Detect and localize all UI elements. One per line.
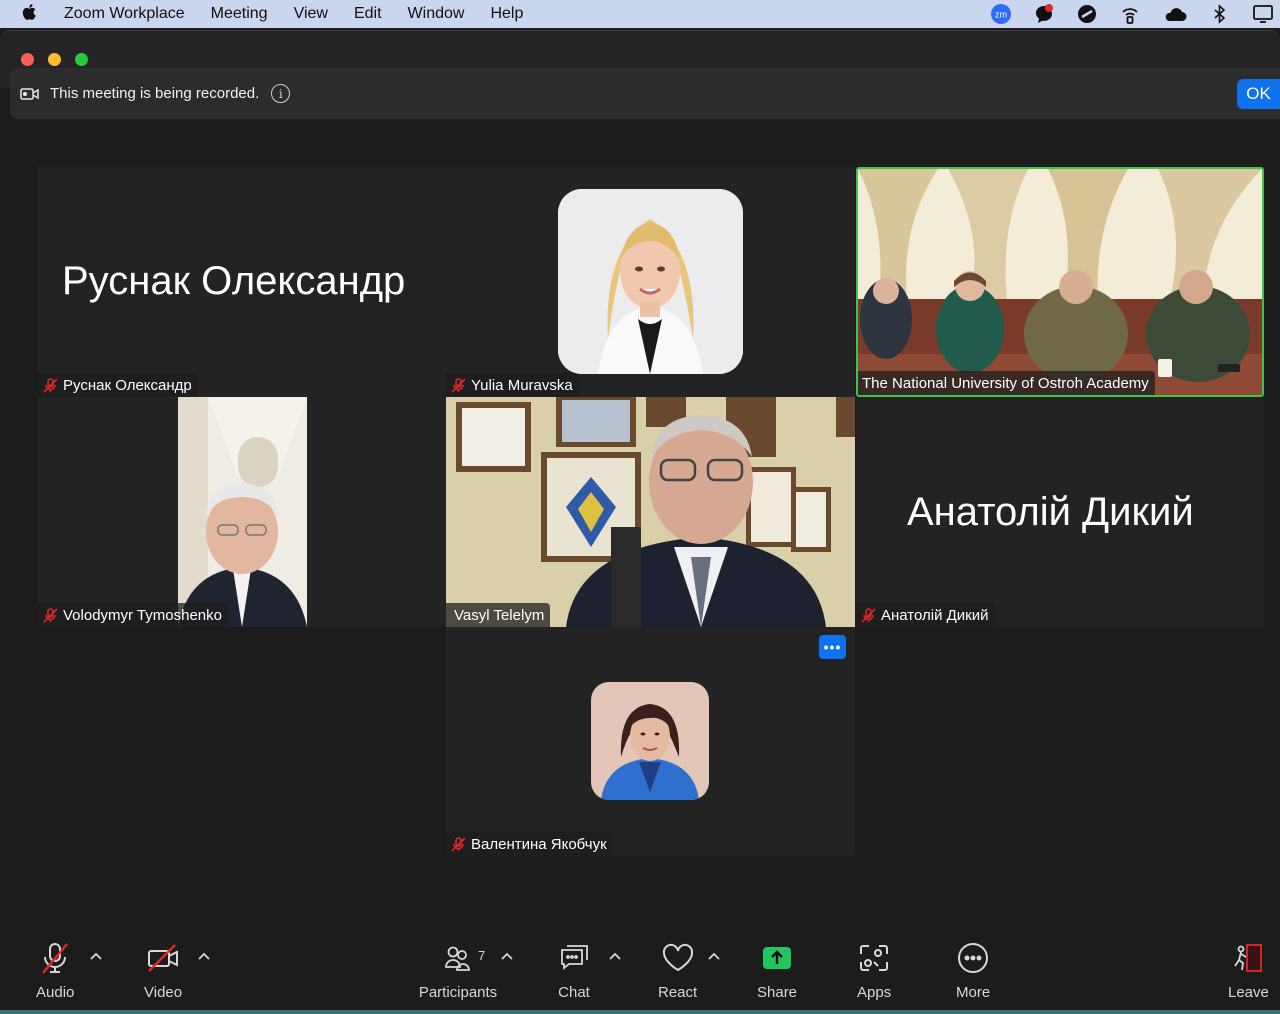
apple-icon[interactable]: [22, 3, 48, 26]
apps-icon: [857, 940, 891, 976]
svg-text:zm: zm: [995, 10, 1007, 20]
participants-options-chevron-icon[interactable]: [500, 948, 514, 960]
video-options-chevron-icon[interactable]: [197, 948, 211, 960]
participant-video: [178, 397, 307, 627]
share-screen-icon: [761, 940, 793, 976]
participant-tile-tymoshenko[interactable]: Volodymyr Tymoshenko: [38, 397, 446, 627]
ok-button[interactable]: OK: [1237, 79, 1280, 109]
no-entry-icon[interactable]: [1076, 3, 1098, 25]
apps-label: Apps: [857, 984, 892, 1001]
participant-name: Volodymyr Tymoshenko: [63, 606, 222, 624]
cloud-icon[interactable]: [1162, 3, 1188, 25]
chat-options-chevron-icon[interactable]: [608, 948, 622, 960]
tile-more-options-button[interactable]: •••: [819, 635, 846, 659]
react-label: React: [658, 984, 698, 1001]
participant-tile-dykyi[interactable]: Анатолій Дикий Анатолій Дикий: [856, 397, 1264, 627]
menu-help[interactable]: Help: [490, 5, 523, 23]
heart-icon: [661, 940, 695, 976]
chat-button[interactable]: Chat: [557, 940, 591, 1001]
participant-name: Валентина Якобчук: [471, 835, 607, 853]
participant-video: [858, 169, 1262, 395]
participants-icon: [417, 940, 499, 976]
profile-photo: [591, 682, 709, 800]
video-off-icon: [146, 940, 180, 976]
apps-button[interactable]: Apps: [857, 940, 891, 1001]
recording-notice-text: This meeting is being recorded.: [50, 85, 260, 102]
minimize-window-button[interactable]: [48, 53, 61, 66]
participant-video: [446, 397, 855, 627]
react-button[interactable]: React: [658, 940, 697, 1001]
menu-edit[interactable]: Edit: [354, 5, 382, 23]
notification-icon[interactable]: [1033, 3, 1055, 25]
audio-options-chevron-icon[interactable]: [89, 948, 103, 960]
participant-name: Анатолій Дикий: [881, 606, 989, 624]
participant-name: Руснак Олександр: [63, 376, 192, 394]
info-icon[interactable]: i: [271, 84, 291, 103]
menu-view[interactable]: View: [294, 5, 328, 23]
leave-button[interactable]: Leave: [1228, 940, 1269, 1001]
participant-tile-ostroh-academy[interactable]: The National University of Ostroh Academ…: [856, 167, 1264, 397]
menu-window[interactable]: Window: [408, 5, 465, 23]
participant-tile-telelym[interactable]: Vasyl Telelym: [446, 397, 855, 627]
leave-door-icon: [1231, 940, 1265, 976]
share-label: Share: [757, 984, 798, 1001]
meeting-controls-toolbar: Audio Video Participants 7 Chat React Sh…: [0, 930, 1280, 1014]
bluetooth-icon[interactable]: [1209, 3, 1231, 25]
audio-button[interactable]: Audio: [36, 940, 74, 1001]
participant-tile-yakobchuk[interactable]: ••• Валентина Якобчук: [446, 627, 855, 856]
participant-name: Vasyl Telelym: [454, 606, 545, 624]
participants-label: Participants: [418, 984, 498, 1001]
recording-camera-icon: [20, 87, 40, 101]
participant-name-tag: The National University of Ostroh Academ…: [858, 371, 1155, 395]
participant-tile-rusnak[interactable]: Руснак Олександр Руснак Олександр: [38, 167, 446, 397]
participant-name: The National University of Ostroh Academ…: [862, 374, 1149, 392]
muted-mic-icon: [42, 607, 58, 623]
participant-display-name: Анатолій Дикий: [907, 490, 1194, 534]
zoom-status-icon[interactable]: zm: [990, 3, 1012, 25]
video-button[interactable]: Video: [144, 940, 182, 1001]
share-button[interactable]: Share: [757, 940, 797, 1001]
participants-count: 7: [478, 948, 486, 963]
participant-name-tag: Руснак Олександр: [38, 373, 198, 397]
participant-name-tag: Volodymyr Tymoshenko: [38, 603, 228, 627]
participant-name-tag: Анатолій Дикий: [856, 603, 995, 627]
participant-name-tag: Vasyl Telelym: [446, 603, 551, 627]
participant-name: Yulia Muravska: [471, 376, 573, 394]
muted-mic-icon: [42, 377, 58, 393]
desktop-edge: [0, 1010, 1280, 1014]
muted-microphone-icon: [39, 940, 71, 976]
profile-photo: [558, 189, 743, 374]
wireless-icon[interactable]: [1119, 3, 1141, 25]
recording-banner: This meeting is being recorded. i: [10, 68, 1280, 119]
video-label: Video: [144, 984, 183, 1001]
chat-bubble-icon: [557, 940, 591, 976]
react-options-chevron-icon[interactable]: [707, 948, 721, 960]
chat-label: Chat: [558, 984, 590, 1001]
macos-menu-bar: Zoom Workplace Meeting View Edit Window …: [0, 0, 1280, 28]
participant-tile-muravska[interactable]: Yulia Muravska: [446, 167, 855, 397]
menu-meeting[interactable]: Meeting: [211, 5, 268, 23]
muted-mic-icon: [450, 836, 466, 852]
audio-label: Audio: [36, 984, 75, 1001]
participant-name-tag: Yulia Muravska: [446, 373, 579, 397]
display-icon[interactable]: [1252, 3, 1274, 25]
more-options-icon: [956, 940, 990, 976]
participant-display-name: Руснак Олександр: [62, 259, 406, 303]
muted-mic-icon: [450, 377, 466, 393]
close-window-button[interactable]: [21, 53, 34, 66]
leave-label: Leave: [1228, 984, 1269, 1001]
muted-mic-icon: [860, 607, 876, 623]
more-button[interactable]: More: [956, 940, 990, 1001]
menu-app-name[interactable]: Zoom Workplace: [64, 5, 185, 23]
more-label: More: [956, 984, 991, 1001]
participants-button[interactable]: Participants: [417, 940, 499, 1001]
zoom-window-button[interactable]: [75, 53, 88, 66]
participant-name-tag: Валентина Якобчук: [446, 832, 613, 856]
